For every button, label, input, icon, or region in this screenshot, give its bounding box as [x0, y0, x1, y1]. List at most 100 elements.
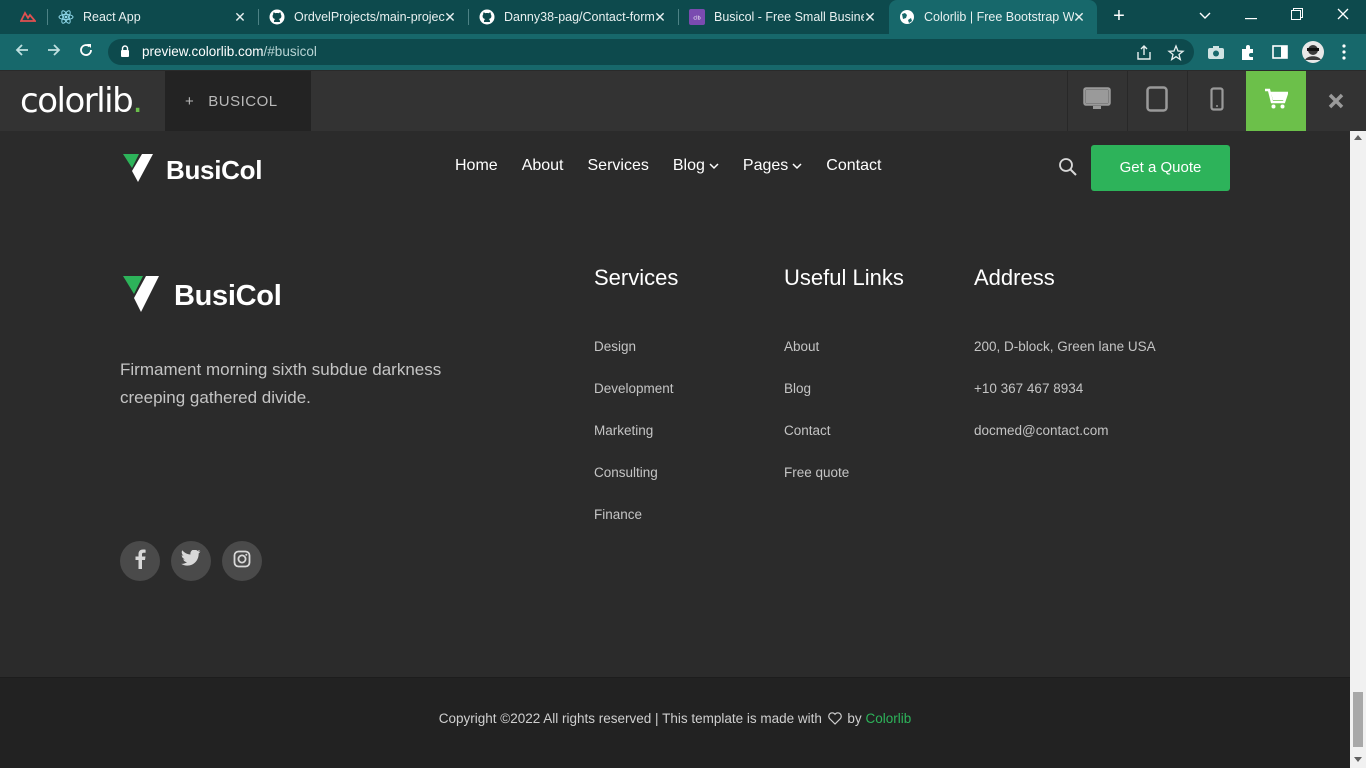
footer-link-consulting[interactable]: Consulting: [594, 463, 678, 505]
footer-link-list: Design Development Marketing Consulting …: [594, 337, 678, 547]
twitter-button[interactable]: [171, 541, 211, 581]
colorlib-preview-bar: colorlib. + BUSICOL: [0, 70, 1366, 132]
side-panel-icon[interactable]: [1270, 42, 1290, 62]
instagram-button[interactable]: [222, 541, 262, 581]
share-icon[interactable]: [1135, 44, 1153, 62]
search-icon[interactable]: [1058, 157, 1078, 177]
nav-label: Pages: [742, 157, 789, 174]
github-icon: [269, 9, 285, 25]
facebook-button[interactable]: [120, 541, 160, 581]
browser-tab-strip: React App ✕ OrdvelProjects/main-projec ✕…: [0, 0, 1366, 34]
nav-label: Blog: [672, 157, 705, 174]
restore-button[interactable]: [1274, 0, 1320, 30]
footer-link-marketing[interactable]: Marketing: [594, 421, 678, 463]
footer-link-free-quote[interactable]: Free quote: [784, 463, 904, 505]
nav-label: About: [521, 157, 564, 174]
bookmark-star-icon[interactable]: [1167, 44, 1185, 62]
colorlib-link[interactable]: Colorlib: [865, 711, 911, 726]
tab-colorlib-active[interactable]: Colorlib | Free Bootstrap W ✕: [889, 0, 1097, 34]
nav-home[interactable]: Home: [455, 157, 498, 175]
heart-icon: [826, 711, 844, 726]
logo-mark-icon: [122, 275, 160, 318]
close-icon[interactable]: ✕: [1071, 9, 1087, 25]
footer-column-services: Services Design Development Marketing Co…: [594, 265, 678, 547]
tablet-view-button[interactable]: [1127, 71, 1186, 132]
site-logo[interactable]: BusiCol: [122, 153, 262, 188]
main-nav: Home About Services Blog Pages Contact: [455, 157, 905, 175]
close-window-button[interactable]: [1320, 0, 1366, 30]
tablet-icon: [1146, 86, 1168, 117]
footer-link-design[interactable]: Design: [594, 337, 678, 379]
site-header: BusiCol Home About Services Blog Pages C…: [0, 131, 1350, 213]
tab-danny-contact-form[interactable]: Danny38-pag/Contact-form ✕: [469, 0, 678, 34]
nav-label: Services: [587, 157, 649, 174]
tab-title: Colorlib | Free Bootstrap W: [924, 10, 1074, 24]
colorlib-logo-dot: .: [132, 81, 143, 121]
mobile-view-button[interactable]: [1187, 71, 1246, 132]
footer-link-finance[interactable]: Finance: [594, 505, 678, 547]
footer-address-phone: +10 367 467 8934: [974, 381, 1084, 396]
footer-brand-name: BusiCol: [174, 280, 282, 312]
footer-link-about[interactable]: About: [784, 337, 904, 379]
chevron-down-icon: [792, 157, 802, 175]
tab-react-app[interactable]: React App ✕: [48, 0, 258, 34]
tab-title: Danny38-pag/Contact-form: [504, 10, 654, 24]
instagram-icon: [233, 550, 251, 573]
profile-avatar[interactable]: [1301, 40, 1325, 64]
nav-contact[interactable]: Contact: [826, 157, 881, 175]
page-scrollbar[interactable]: [1350, 131, 1366, 768]
close-icon: [1328, 88, 1344, 116]
tab-title: React App: [83, 10, 141, 24]
buy-theme-button[interactable]: [1246, 71, 1306, 132]
tab-ordvel-projects[interactable]: OrdvelProjects/main-projec ✕: [259, 0, 468, 34]
theme-name-button[interactable]: + BUSICOL: [165, 71, 311, 132]
camera-icon[interactable]: [1206, 42, 1226, 62]
close-icon[interactable]: ✕: [442, 9, 458, 25]
colorlib-logo[interactable]: colorlib.: [20, 81, 143, 121]
get-quote-button[interactable]: Get a Quote: [1091, 145, 1230, 191]
url-text: preview.colorlib.com/#busicol: [142, 44, 317, 59]
close-preview-button[interactable]: [1306, 71, 1366, 132]
reload-button[interactable]: [75, 41, 97, 63]
new-tab-button[interactable]: +: [1108, 5, 1130, 27]
nav-pages[interactable]: Pages: [743, 157, 802, 175]
nav-about[interactable]: About: [522, 157, 564, 175]
scroll-up-arrow[interactable]: [1354, 135, 1362, 140]
footer-link-list: About Blog Contact Free quote: [784, 337, 904, 505]
url-path: /#busicol: [263, 44, 317, 59]
footer-link-contact[interactable]: Contact: [784, 421, 904, 463]
extensions-icon[interactable]: [1238, 42, 1258, 62]
nav-services[interactable]: Services: [588, 157, 649, 175]
close-icon[interactable]: ✕: [652, 9, 668, 25]
mobile-icon: [1210, 87, 1224, 116]
footer-column-title: Address: [974, 265, 1055, 290]
footer-link-blog[interactable]: Blog: [784, 379, 904, 421]
tab-app[interactable]: [0, 0, 48, 34]
page-viewport: BusiCol Home About Services Blog Pages C…: [0, 131, 1350, 768]
footer-column-address: Address 200, D-block, Green lane USA +10…: [974, 265, 1156, 463]
close-icon[interactable]: ✕: [862, 9, 878, 25]
forward-button[interactable]: [43, 41, 65, 63]
colorlib-icon: clb: [689, 9, 705, 25]
back-button[interactable]: [11, 41, 33, 63]
footer-logo[interactable]: BusiCol: [122, 275, 282, 318]
footer-bottom-bar: Copyright ©2022 All rights reserved | Th…: [0, 677, 1350, 768]
copyright-text: Copyright ©2022 All rights reserved | Th…: [0, 711, 1350, 726]
url-host: preview.colorlib.com: [142, 44, 264, 59]
tab-busicol[interactable]: clb Busicol - Free Small Busines ✕: [679, 0, 888, 34]
cart-icon: [1264, 88, 1289, 115]
github-icon: [479, 9, 495, 25]
minimize-button[interactable]: [1228, 0, 1274, 30]
colorlib-logo-text: colorlib: [20, 81, 134, 121]
desktop-view-button[interactable]: [1067, 71, 1126, 132]
close-icon[interactable]: ✕: [232, 9, 248, 25]
menu-kebab-icon[interactable]: [1334, 42, 1354, 62]
copyright-by: by: [847, 711, 862, 726]
tab-search-button[interactable]: [1182, 0, 1228, 30]
scrollbar-thumb[interactable]: [1353, 692, 1363, 747]
footer-link-development[interactable]: Development: [594, 379, 678, 421]
browser-toolbar: preview.colorlib.com/#busicol: [0, 34, 1366, 70]
scroll-down-arrow[interactable]: [1354, 757, 1362, 762]
address-bar[interactable]: preview.colorlib.com/#busicol: [108, 39, 1194, 65]
nav-blog[interactable]: Blog: [673, 157, 719, 175]
